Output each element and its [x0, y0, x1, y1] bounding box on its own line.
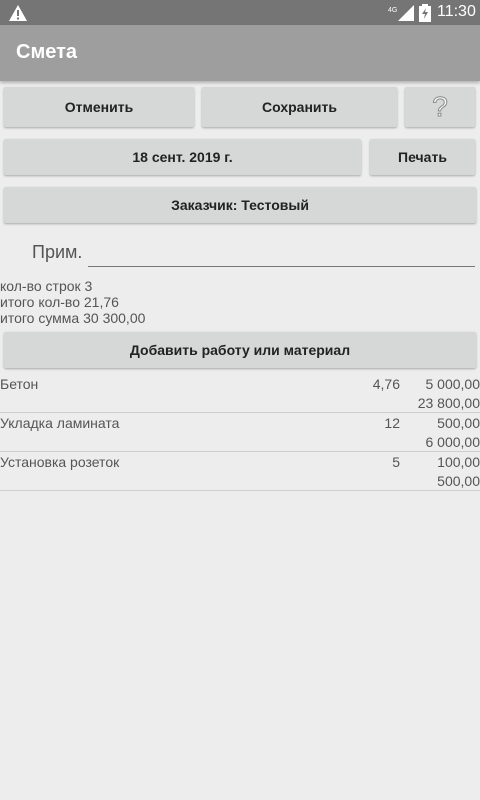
item-price: 5 000,00	[425, 376, 480, 392]
summary-row-count: кол-во строк 3	[0, 278, 93, 294]
svg-text:4G: 4G	[388, 7, 397, 14]
save-button-label: Сохранить	[262, 99, 337, 115]
date-button[interactable]: 18 сент. 2019 г.	[4, 139, 361, 175]
note-label: Прим.	[32, 242, 83, 262]
warning-icon	[9, 5, 27, 21]
customer-label: Заказчик: Тестовый	[171, 197, 309, 213]
status-bar: 4G 11:30	[0, 0, 480, 25]
item-qty: 4,76	[372, 376, 400, 392]
customer-button[interactable]: Заказчик: Тестовый	[4, 187, 476, 223]
item-total: 6 000,00	[425, 434, 480, 450]
print-button-label: Печать	[398, 149, 447, 165]
item-price: 100,00	[437, 454, 480, 470]
item-name: Установка розеток	[0, 454, 120, 470]
divider	[0, 412, 480, 413]
divider	[0, 490, 480, 491]
item-total: 500,00	[437, 473, 480, 489]
battery-icon	[419, 4, 431, 22]
cancel-button[interactable]: Отменить	[4, 87, 194, 127]
summary-total-sum: итого сумма 30 300,00	[0, 310, 146, 326]
divider	[0, 451, 480, 452]
item-total: 23 800,00	[417, 395, 480, 411]
note-input[interactable]	[92, 240, 472, 264]
item-name: Бетон	[0, 376, 39, 392]
date-label: 18 сент. 2019 г.	[132, 149, 233, 165]
save-button[interactable]: Сохранить	[202, 87, 397, 127]
item-name: Укладка ламината	[0, 415, 120, 431]
add-item-button[interactable]: Добавить работу или материал	[4, 332, 476, 368]
signal-icon: 4G	[388, 5, 414, 21]
app-bar: Смета	[0, 25, 480, 81]
add-item-label: Добавить работу или материал	[129, 342, 351, 358]
note-underline	[88, 266, 475, 267]
page-title: Смета	[16, 41, 78, 63]
summary-total-qty: итого кол-во 21,76	[0, 294, 119, 310]
item-qty: 12	[384, 415, 400, 431]
help-icon: ?	[432, 91, 449, 122]
item-price: 500,00	[437, 415, 480, 431]
help-button[interactable]: ?	[405, 87, 475, 127]
print-button[interactable]: Печать	[370, 139, 475, 175]
item-qty: 5	[392, 454, 400, 470]
status-time: 11:30	[437, 3, 476, 20]
cancel-button-label: Отменить	[64, 99, 134, 115]
